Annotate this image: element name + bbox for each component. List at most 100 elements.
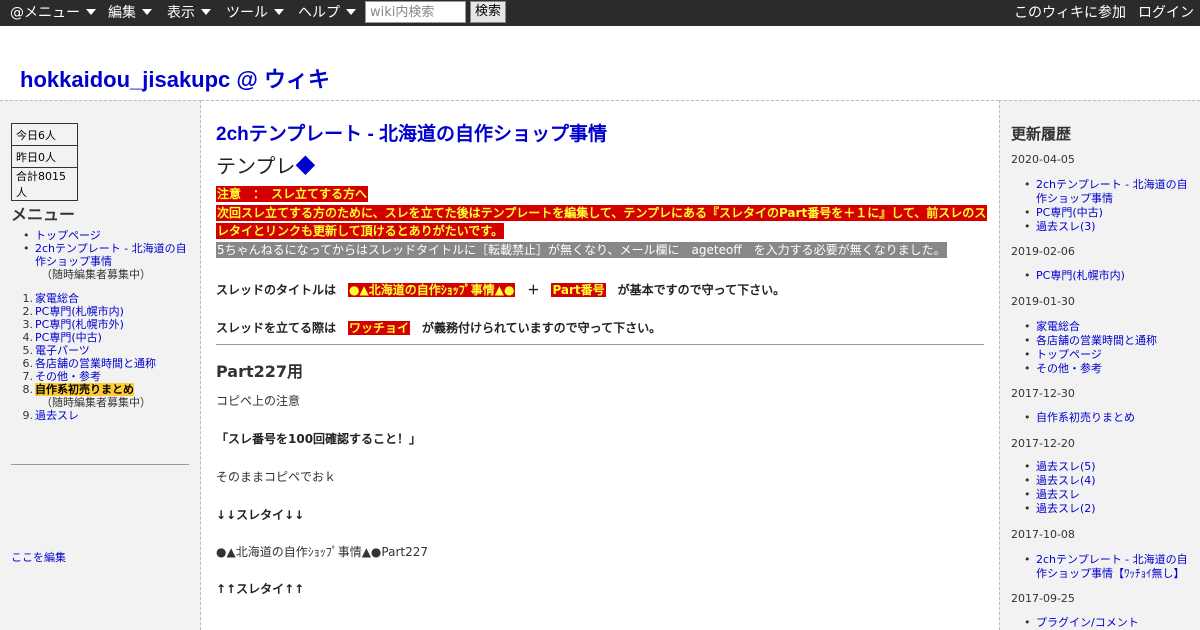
list-item: • 各店舗の営業時間と通称 [1024, 334, 1157, 347]
site-title[interactable]: hokkaidou_jisakupc @ ウィキ [20, 62, 330, 94]
search-button[interactable]: 検索 [470, 1, 506, 23]
copy-note: コピペ上の注意 [216, 394, 301, 408]
update-link[interactable]: 2chテンプレート - 北海道の自作ショップ事情【ﾜｯﾁｮｲ無し】 [1036, 553, 1188, 580]
sidebar-item-hours[interactable]: 各店舗の営業時間と通称 [35, 357, 156, 370]
update-link[interactable]: その他・参考 [1036, 362, 1102, 375]
right-sidebar: 更新履歴 2020-04-05 • 2chテンプレート - 北海道の自作ショップ事… [999, 100, 1200, 630]
list-item: • 過去スレ(5) [1024, 460, 1096, 473]
menu-view[interactable]: 表示 [167, 0, 211, 26]
update-list: • 過去スレ(5) • 過去スレ(4) • 過去スレ • 過去スレ(2) [1024, 460, 1194, 516]
menu-tools[interactable]: ツール [226, 0, 284, 26]
login-link[interactable]: ログイン [1138, 0, 1194, 26]
update-date: 2019-02-06 [1011, 245, 1075, 258]
update-link[interactable]: 過去スレ(3) [1036, 220, 1096, 233]
heading-template: テンプレ◆ [216, 156, 316, 178]
up-marker: ↑↑スレタイ↑↑ [216, 582, 305, 596]
list-item: 2. PC専門(札幌市内) [22, 305, 124, 318]
main-content: 2chテンプレート - 北海道の自作ショップ事情 テンプレ◆ 注意 ： スレ立て… [201, 100, 999, 630]
update-link[interactable]: 2chテンプレート - 北海道の自作ショップ事情 [1036, 178, 1188, 205]
list-item: • 2chテンプレート - 北海道の自作ショップ事情 （随時編集者募集中） [11, 242, 191, 281]
counter-yesterday: 昨日0人 [11, 145, 78, 168]
sidebar-item-other[interactable]: その他・参考 [35, 370, 101, 383]
update-list: • PC専門(札幌市内) [1024, 269, 1194, 283]
sidebar-item-pc-outside[interactable]: PC専門(札幌市外) [35, 318, 124, 331]
list-item: • 過去スレ(3) [1024, 220, 1096, 233]
search-input[interactable] [365, 1, 466, 23]
recruit-note: （随時編集者募集中） [41, 396, 151, 409]
update-list: • 自作系初売りまとめ [1024, 411, 1194, 425]
update-list: • 2chテンプレート - 北海道の自作ショップ事情 • PC専門(中古) • 過去ス… [1024, 178, 1194, 234]
list-item: • 過去スレ [1024, 488, 1080, 501]
list-item: 8. 自作系初売りまとめ （随時編集者募集中） [11, 383, 191, 409]
menu-help[interactable]: ヘルプ [298, 0, 356, 26]
update-link[interactable]: 家電総合 [1036, 320, 1080, 333]
list-item: 7. その他・参考 [22, 370, 102, 383]
update-link[interactable]: 自作系初売りまとめ [1036, 411, 1135, 424]
menu-title: メニュー [11, 205, 76, 224]
chevron-down-icon [274, 9, 284, 15]
menu-edit[interactable]: 編集 [108, 0, 152, 26]
top-bar: @メニュー 編集 表示 ツール ヘルプ 検索 このウィキに参加 ログイン [0, 0, 1200, 26]
chevron-down-icon [346, 9, 356, 15]
left-sidebar: 今日6人 昨日0人 合計8015人 メニュー • トップページ • 2chテンプレー… [0, 100, 201, 630]
list-item: • 自作系初売りまとめ [1024, 411, 1135, 424]
update-link[interactable]: 過去スレ [1036, 488, 1080, 501]
sidebar-item-past-threads[interactable]: 過去スレ [35, 409, 79, 422]
menu-numbered-list: 1. 家電総合 2. PC専門(札幌市内) 3. PC専門(札幌市外) 4. PC専門(… [11, 292, 191, 422]
list-item: • 過去スレ(2) [1024, 502, 1096, 515]
update-link[interactable]: プラグイン/コメント [1036, 616, 1139, 629]
sidebar-item-appliances[interactable]: 家電総合 [35, 292, 79, 305]
list-item: • 過去スレ(4) [1024, 474, 1096, 487]
sidebar-item-first-sale[interactable]: 自作系初売りまとめ [35, 383, 134, 396]
list-item: • PC専門(札幌市内) [1024, 269, 1125, 282]
notice-line: レタイとリンクも更新して頂けるとありがたいです。 [216, 223, 505, 239]
join-wiki-link[interactable]: このウィキに参加 [1014, 0, 1126, 26]
update-link[interactable]: 過去スレ(2) [1036, 502, 1096, 515]
sidebar-item-template[interactable]: 2chテンプレート - 北海道の自作ショップ事情 [35, 242, 187, 268]
update-link[interactable]: PC専門(札幌市内) [1036, 269, 1125, 282]
update-link[interactable]: 過去スレ(4) [1036, 474, 1096, 487]
counter-total: 合計8015人 [11, 167, 78, 201]
divider [11, 464, 189, 465]
update-date: 2019-01-30 [1011, 295, 1075, 308]
part-heading: Part227用 [216, 362, 304, 381]
update-link[interactable]: 各店舗の営業時間と通称 [1036, 334, 1157, 347]
list-item: • トップページ [1024, 348, 1102, 361]
update-date: 2017-12-20 [1011, 437, 1075, 450]
down-marker: ↓↓スレタイ↓↓ [216, 508, 305, 522]
update-link[interactable]: PC専門(中古) [1036, 206, 1103, 219]
visitor-counter: 今日6人 昨日0人 合計8015人 [11, 123, 78, 201]
menu-at-menu[interactable]: @メニュー [10, 0, 96, 26]
list-item: • 2chテンプレート - 北海道の自作ショップ事情【ﾜｯﾁｮｲ無し】 [1024, 553, 1188, 580]
update-list: • 2chテンプレート - 北海道の自作ショップ事情【ﾜｯﾁｮｲ無し】 [1024, 553, 1194, 581]
chevron-down-icon [86, 9, 96, 15]
list-item: 4. PC専門(中古) [22, 331, 102, 344]
list-item: • プラグイン/コメント [1024, 616, 1139, 629]
title-rule-line: スレッドのタイトルは ●▲北海道の自作ｼｮｯﾌﾟ事情▲● ＋ Part番号 が基… [216, 283, 786, 297]
counter-today: 今日6人 [11, 123, 78, 146]
update-date: 2017-12-30 [1011, 387, 1075, 400]
update-date: 2017-10-08 [1011, 528, 1075, 541]
notice-heading: 注意 ： スレ立てする方へ [216, 186, 369, 202]
list-item: 6. 各店舗の営業時間と通称 [22, 357, 157, 370]
list-item: • その他・参考 [1024, 362, 1102, 375]
chevron-down-icon [201, 9, 211, 15]
sidebar-item-pc-used[interactable]: PC専門(中古) [35, 331, 102, 344]
edit-here-link[interactable]: ここを編集 [11, 549, 66, 565]
thread-rule-line: スレッドを立てる際は ワッチョイ が義務付けられていますので守って下さい。 [216, 321, 662, 335]
sidebar-item-pc-sapporo[interactable]: PC専門(札幌市内) [35, 305, 124, 318]
list-item: • PC専門(中古) [1024, 206, 1103, 219]
list-item: • トップページ [23, 229, 101, 242]
diamond-anchor-icon[interactable]: ◆ [295, 156, 315, 178]
update-link[interactable]: 過去スレ(5) [1036, 460, 1096, 473]
sidebar-item-electronic-parts[interactable]: 電子パーツ [35, 344, 90, 357]
recent-updates-title: 更新履歴 [1011, 125, 1072, 143]
update-link[interactable]: トップページ [1036, 348, 1102, 361]
recruit-note: （随時編集者募集中） [41, 268, 151, 281]
update-date: 2020-04-05 [1011, 153, 1075, 166]
thread-title-text: ●▲北海道の自作ｼｮｯﾌﾟ事情▲●Part227 [216, 545, 428, 559]
page-title[interactable]: 2chテンプレート - 北海道の自作ショップ事情 [216, 119, 607, 146]
update-list: • プラグイン/コメント [1024, 616, 1194, 630]
sidebar-item-top[interactable]: トップページ [35, 229, 101, 242]
list-item: 3. PC専門(札幌市外) [22, 318, 124, 331]
